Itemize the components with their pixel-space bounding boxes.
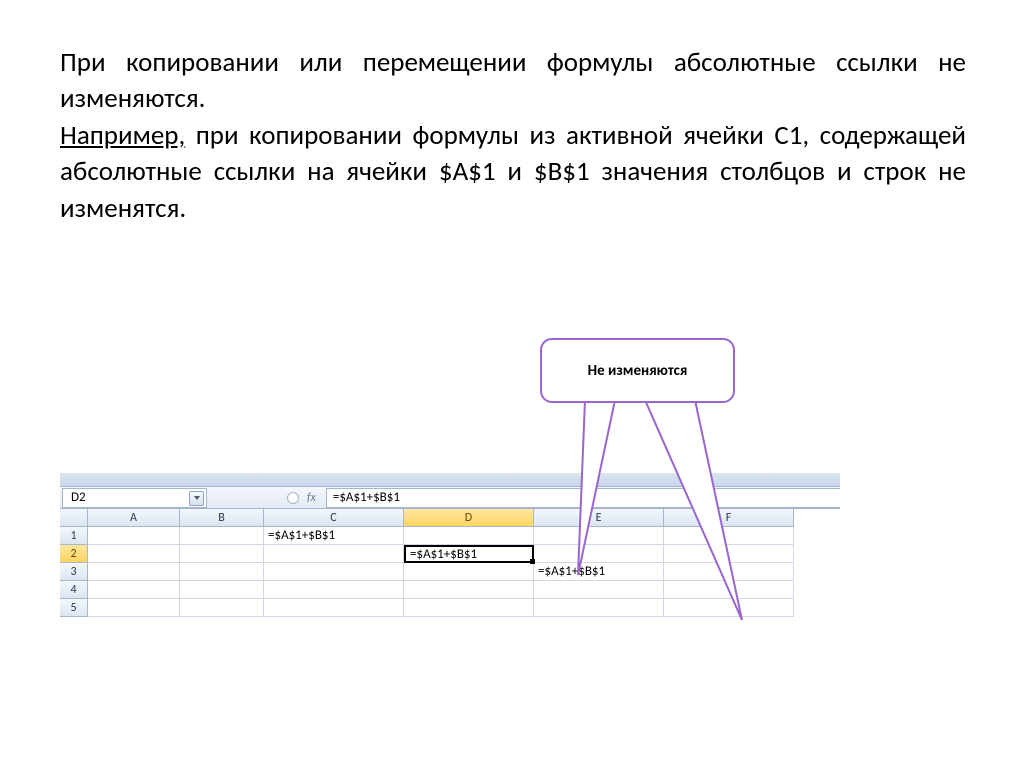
cell-c2[interactable] [264,545,404,563]
fx-dot-icon [287,492,299,504]
callout-label: Не изменяются [588,362,688,380]
fx-label[interactable]: fx [307,491,316,505]
cell-a1[interactable] [88,527,180,545]
example-underline: Например, [60,119,185,152]
paragraph-1: При копировании или перемещении формулы … [60,45,966,118]
name-box-dropdown-icon[interactable] [189,491,204,506]
row-header-1[interactable]: 1 [60,527,88,545]
row-header-2[interactable]: 2 [60,545,88,563]
paragraph-2: Например, при копировании формулы из акт… [60,118,966,227]
cell-b1[interactable] [180,527,264,545]
callout-tail-right [620,400,750,620]
cell-a2[interactable] [88,545,180,563]
cell-c4[interactable] [264,581,404,599]
cell-d1[interactable] [404,527,534,545]
paragraph-2-rest: при копировании формулы из активной ячей… [60,119,966,225]
cell-b2[interactable] [180,545,264,563]
cell-d3[interactable] [404,563,534,581]
cell-c5[interactable] [264,599,404,617]
col-header-c[interactable]: C [264,509,404,527]
cell-a5[interactable] [88,599,180,617]
callout-box: Не изменяются [540,338,735,403]
fx-block: fx [287,488,326,508]
row-header-4[interactable]: 4 [60,581,88,599]
formula-input-value: =$A$1+$B$1 [333,490,400,505]
slide-text: При копировании или перемещении формулы … [60,45,966,227]
row-header-5[interactable]: 5 [60,599,88,617]
row-header-3[interactable]: 3 [60,563,88,581]
cell-b3[interactable] [180,563,264,581]
name-box[interactable]: D2 [62,488,207,508]
cell-c3[interactable] [264,563,404,581]
cell-b4[interactable] [180,581,264,599]
col-header-b[interactable]: B [180,509,264,527]
cell-b5[interactable] [180,599,264,617]
col-header-a[interactable]: A [88,509,180,527]
name-box-value: D2 [71,490,86,505]
select-all-corner[interactable] [60,509,88,527]
cell-a4[interactable] [88,581,180,599]
col-header-d[interactable]: D [404,509,534,527]
cell-a3[interactable] [88,563,180,581]
cell-d4[interactable] [404,581,534,599]
cell-c1[interactable]: =$A$1+$B$1 [264,527,404,545]
cell-d2-active[interactable]: =$A$1+$B$1 [404,545,534,563]
cell-d5[interactable] [404,599,534,617]
